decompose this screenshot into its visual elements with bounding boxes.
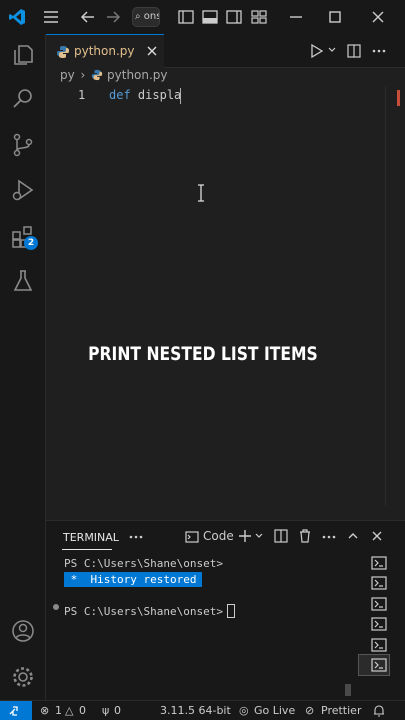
activity-bar: 2	[0, 34, 46, 700]
tab-label: python.py	[74, 44, 135, 58]
python-file-icon	[91, 69, 103, 81]
toggle-secondary-sidebar-icon[interactable]	[225, 8, 243, 26]
vscode-logo-icon	[8, 8, 26, 26]
editor-area[interactable]	[46, 86, 405, 520]
text-cursor	[180, 88, 181, 104]
code-line[interactable]: def displa	[109, 88, 181, 102]
error-marker	[397, 90, 400, 106]
minimize-icon[interactable]	[287, 8, 305, 26]
terminal-profile-icon	[185, 530, 199, 544]
panel-more-actions-icon[interactable]	[321, 529, 337, 545]
notifications-bell-icon[interactable]	[373, 704, 385, 717]
error-circle-icon: ⊗	[40, 704, 50, 717]
python-file-icon	[56, 45, 70, 59]
warning-count[interactable]: 0	[79, 704, 86, 717]
forward-arrow-icon[interactable]	[104, 8, 122, 26]
terminal-instance-icon[interactable]	[371, 617, 387, 631]
terminal-instance-icon[interactable]	[371, 597, 387, 611]
breadcrumb-file[interactable]: python.py	[107, 68, 168, 82]
explorer-icon[interactable]	[10, 42, 36, 68]
source-control-icon[interactable]	[10, 132, 36, 158]
terminal-prompt-line: PS C:\Users\Shane\onset>	[64, 557, 223, 570]
toggle-sidebar-icon[interactable]	[177, 8, 195, 26]
new-terminal-plus-icon[interactable]	[237, 528, 253, 544]
tab-terminal[interactable]: TERMINAL	[63, 531, 119, 544]
terminal-prompt-line-current[interactable]: PS C:\Users\Shane\onset>	[64, 605, 223, 618]
ports-count[interactable]: 0	[114, 704, 121, 717]
run-python-icon[interactable]	[308, 43, 324, 59]
command-center[interactable]: ⌕ ons	[132, 7, 160, 27]
testing-flask-icon[interactable]	[10, 268, 36, 294]
terminal-profile-name[interactable]: Code	[203, 529, 234, 543]
more-actions-icon[interactable]	[371, 43, 387, 59]
split-editor-icon[interactable]	[346, 43, 362, 59]
run-options-chevron-icon[interactable]	[327, 45, 337, 55]
editor-tabs: python.py	[46, 34, 405, 68]
go-live-icon: ◎	[239, 704, 249, 717]
tab-python-py[interactable]: python.py	[46, 34, 164, 68]
go-live-button[interactable]: Go Live	[254, 704, 295, 717]
python-interpreter[interactable]: 3.11.5 64-bit	[160, 704, 231, 717]
close-panel-icon[interactable]	[371, 530, 383, 542]
run-debug-icon[interactable]	[10, 177, 36, 203]
menu-icon[interactable]	[42, 8, 60, 26]
back-arrow-icon[interactable]	[79, 8, 97, 26]
text-cursor-ibeam-icon	[196, 184, 206, 202]
breadcrumb-folder[interactable]: py	[60, 68, 75, 82]
maximize-icon[interactable]	[326, 8, 344, 26]
close-tab-icon[interactable]	[146, 45, 158, 57]
terminal-dropdown-chevron-icon[interactable]	[254, 531, 264, 541]
prettier-status[interactable]: Prettier	[321, 704, 361, 717]
terminal-instance-icon[interactable]	[371, 576, 387, 590]
remote-indicator[interactable]	[0, 701, 32, 720]
status-bar: ⊗ 1 △ 0 ψ 0 3.11.5 64-bit ◎ Go Live ⊘ Pr…	[0, 700, 405, 720]
extensions-badge: 2	[24, 236, 38, 250]
terminal-instance-icon[interactable]	[371, 658, 387, 672]
accounts-icon[interactable]	[10, 618, 36, 644]
kill-terminal-trash-icon[interactable]	[298, 529, 312, 543]
customize-layout-icon[interactable]	[250, 8, 268, 26]
panel-more-icon[interactable]	[128, 529, 144, 545]
breadcrumb: py › python.py	[60, 68, 168, 86]
video-caption: PRINT NESTED LIST ITEMS	[88, 343, 318, 365]
terminal-instance-icon[interactable]	[371, 638, 387, 652]
code-keyword: def	[109, 88, 131, 102]
ports-icon: ψ	[102, 704, 110, 717]
history-restored-text: * History restored	[64, 573, 204, 586]
search-icon[interactable]	[10, 86, 36, 112]
error-count[interactable]: 1	[55, 704, 62, 717]
prettier-icon: ⊘	[305, 704, 315, 717]
active-tab-underline	[62, 549, 112, 550]
split-terminal-icon[interactable]	[274, 529, 288, 543]
line-number: 1	[78, 88, 86, 102]
code-identifier: displa	[137, 88, 182, 102]
warning-icon: △	[65, 704, 74, 717]
minimap[interactable]	[385, 86, 400, 506]
command-decoration-dot[interactable]	[53, 604, 59, 610]
toggle-panel-icon[interactable]	[201, 8, 219, 26]
terminal-cursor	[227, 604, 235, 618]
close-window-icon[interactable]	[369, 8, 387, 26]
chevron-right-icon: ›	[80, 68, 86, 82]
terminal-scrollbar[interactable]	[345, 548, 351, 696]
maximize-panel-chevron-up-icon[interactable]	[347, 530, 359, 542]
title-bar: ⌕ ons	[0, 0, 405, 34]
settings-gear-icon[interactable]	[10, 664, 36, 690]
terminal-instance-icon[interactable]	[371, 556, 387, 570]
